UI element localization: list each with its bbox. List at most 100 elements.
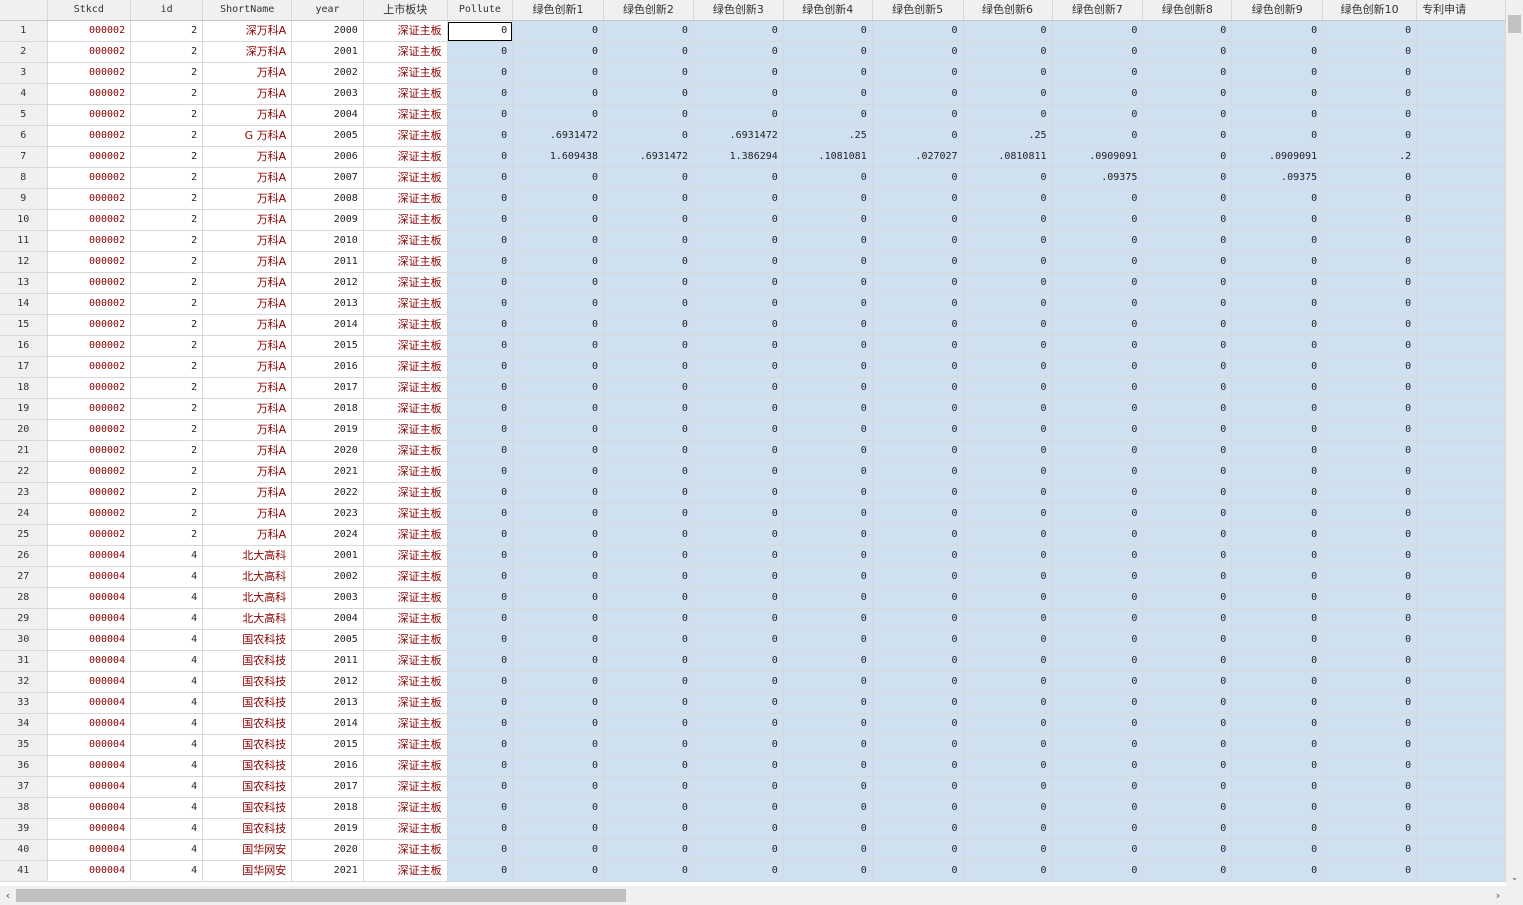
cell-value[interactable]: 0 — [1052, 356, 1144, 378]
cell-value[interactable]: 0 — [512, 251, 604, 273]
cell-value[interactable]: 0 — [512, 314, 604, 336]
cell-value[interactable]: .1081081 — [783, 146, 873, 168]
column-header[interactable]: ShortName — [202, 0, 293, 21]
cell-value[interactable]: 0 — [1142, 335, 1233, 357]
cell-value[interactable]: 0 — [963, 734, 1053, 756]
cell-value[interactable]: 0 — [783, 41, 873, 63]
cell-value[interactable]: 0 — [693, 356, 784, 378]
cell-value[interactable]: 0 — [1052, 482, 1144, 504]
cell-stkcd[interactable]: 000004 — [47, 776, 132, 798]
cell-stkcd[interactable]: 000002 — [47, 335, 132, 357]
cell-board[interactable]: 深证主板 — [363, 419, 448, 441]
cell-value[interactable]: 0 — [1231, 20, 1324, 42]
cell-value[interactable]: 0 — [872, 545, 964, 567]
cell-value[interactable]: 0 — [512, 83, 604, 105]
cell-id[interactable]: 2 — [130, 188, 204, 210]
cell-value[interactable]: 0 — [512, 419, 604, 441]
cell-value[interactable]: 0 — [512, 692, 604, 714]
cell-value[interactable]: 0 — [512, 566, 604, 588]
cell-value[interactable] — [1416, 797, 1506, 819]
cell-shortname[interactable]: 国农科技 — [202, 713, 293, 735]
cell-year[interactable]: 2020 — [291, 440, 364, 462]
cell-id[interactable]: 4 — [130, 755, 204, 777]
cell-stkcd[interactable]: 000004 — [47, 671, 132, 693]
cell-value[interactable]: 0 — [872, 230, 964, 252]
cell-id[interactable]: 2 — [130, 167, 204, 189]
cell-year[interactable]: 2024 — [291, 524, 364, 546]
cell-stkcd[interactable]: 000002 — [47, 20, 132, 42]
column-header[interactable]: 绿色创新10 — [1322, 0, 1418, 21]
cell-stkcd[interactable]: 000002 — [47, 419, 132, 441]
cell-value[interactable]: 0 — [1142, 272, 1233, 294]
cell-id[interactable]: 2 — [130, 251, 204, 273]
cell-value[interactable]: 0 — [1142, 167, 1233, 189]
cell-value[interactable]: 0 — [693, 41, 784, 63]
cell-value[interactable]: 0 — [1322, 167, 1418, 189]
cell-value[interactable]: 0 — [872, 692, 964, 714]
cell-value[interactable]: 0 — [1231, 629, 1324, 651]
cell-value[interactable]: 0 — [603, 734, 694, 756]
cell-board[interactable]: 深证主板 — [363, 629, 448, 651]
cell-value[interactable]: 0 — [603, 167, 694, 189]
cell-value[interactable]: 0 — [783, 83, 873, 105]
column-header[interactable]: 绿色创新6 — [963, 0, 1053, 21]
row-number[interactable]: 11 — [0, 230, 48, 252]
cell-stkcd[interactable]: 000004 — [47, 713, 132, 735]
cell-value[interactable]: 0 — [1231, 272, 1324, 294]
cell-value[interactable]: 0 — [963, 818, 1053, 840]
cell-value[interactable]: 0 — [603, 230, 694, 252]
row-number[interactable]: 17 — [0, 356, 48, 378]
cell-value[interactable]: 0 — [872, 125, 964, 147]
cell-value[interactable]: 0 — [1322, 860, 1418, 882]
cell-value[interactable]: 0 — [1052, 188, 1144, 210]
cell-value[interactable]: 0 — [1142, 797, 1233, 819]
cell-year[interactable]: 2017 — [291, 377, 364, 399]
row-number[interactable]: 22 — [0, 461, 48, 483]
chevron-right-icon[interactable]: › — [1490, 886, 1506, 905]
cell-value[interactable]: 0 — [512, 209, 604, 231]
cell-value[interactable]: 0 — [783, 335, 873, 357]
cell-shortname[interactable]: 北大高科 — [202, 587, 293, 609]
cell-value[interactable]: 0 — [963, 566, 1053, 588]
cell-value[interactable]: 0 — [447, 818, 514, 840]
cell-board[interactable]: 深证主板 — [363, 524, 448, 546]
cell-value[interactable]: 0 — [963, 209, 1053, 231]
cell-stkcd[interactable]: 000002 — [47, 377, 132, 399]
cell-value[interactable]: 0 — [447, 545, 514, 567]
cell-year[interactable]: 2023 — [291, 503, 364, 525]
cell-value[interactable]: 0 — [693, 482, 784, 504]
cell-value[interactable]: 0 — [1142, 713, 1233, 735]
cell-board[interactable]: 深证主板 — [363, 860, 448, 882]
cell-value[interactable]: 0 — [1231, 671, 1324, 693]
cell-value[interactable]: 0 — [783, 209, 873, 231]
cell-value[interactable]: 0 — [693, 251, 784, 273]
cell-year[interactable]: 2017 — [291, 776, 364, 798]
cell-value[interactable]: 0 — [1322, 419, 1418, 441]
row-number[interactable]: 5 — [0, 104, 48, 126]
column-header[interactable]: 上市板块 — [363, 0, 448, 21]
cell-value[interactable]: 0 — [693, 440, 784, 462]
cell-value[interactable]: 0 — [1142, 41, 1233, 63]
cell-value[interactable]: 0 — [963, 671, 1053, 693]
cell-value[interactable]: 0 — [1052, 272, 1144, 294]
row-number[interactable]: 32 — [0, 671, 48, 693]
cell-board[interactable]: 深证主板 — [363, 776, 448, 798]
cell-value[interactable]: 0 — [783, 104, 873, 126]
cell-value[interactable] — [1416, 41, 1506, 63]
cell-value[interactable]: 0 — [1231, 62, 1324, 84]
cell-value[interactable]: 0 — [693, 398, 784, 420]
cell-value[interactable]: 0 — [872, 335, 964, 357]
cell-value[interactable]: 0 — [963, 608, 1053, 630]
cell-value[interactable]: 0 — [963, 776, 1053, 798]
cell-value[interactable]: 0 — [512, 734, 604, 756]
chevron-left-icon[interactable]: ‹ — [0, 886, 16, 905]
cell-value[interactable]: 0 — [1052, 860, 1144, 882]
cell-value[interactable]: 0 — [872, 818, 964, 840]
cell-shortname[interactable]: G 万科A — [202, 125, 293, 147]
cell-value[interactable]: 0 — [603, 335, 694, 357]
cell-value[interactable]: 0 — [1142, 734, 1233, 756]
cell-id[interactable]: 2 — [130, 419, 204, 441]
cell-board[interactable]: 深证主板 — [363, 587, 448, 609]
cell-stkcd[interactable]: 000002 — [47, 440, 132, 462]
cell-value[interactable]: 0 — [1052, 83, 1144, 105]
